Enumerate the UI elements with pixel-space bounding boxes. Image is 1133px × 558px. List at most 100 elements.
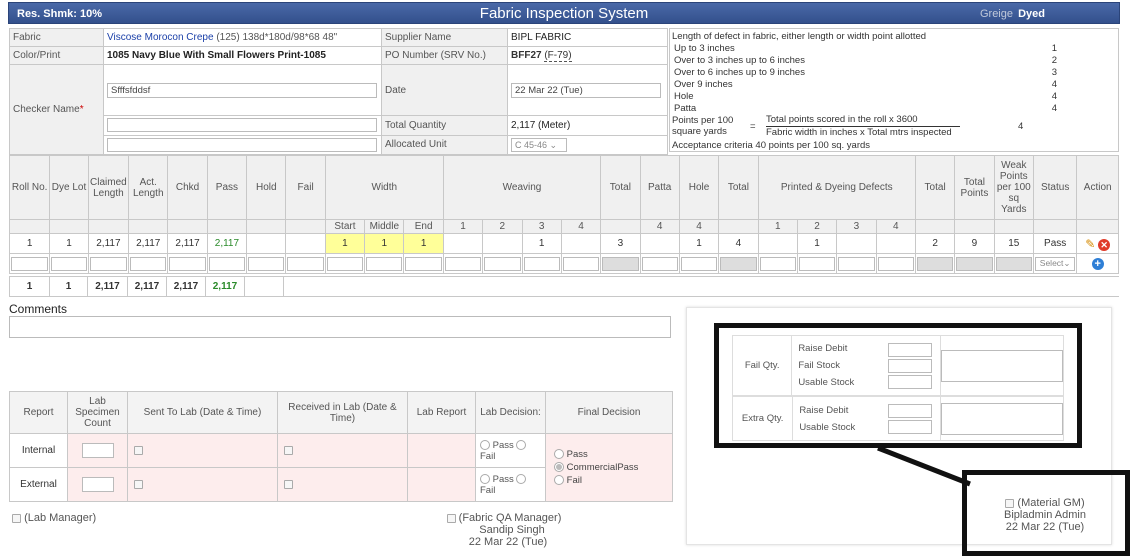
legend-point: 2: [1051, 55, 1057, 66]
fabric-name-link[interactable]: Viscose Morocon Crepe: [107, 32, 214, 43]
new-width-middle-input[interactable]: [366, 256, 403, 271]
final-decision-cell: Pass CommercialPass Fail: [545, 433, 673, 502]
date-input[interactable]: 22 Mar 22 (Tue): [511, 82, 661, 98]
new-hole-input[interactable]: [680, 256, 718, 271]
legend-point: 4: [1051, 79, 1057, 90]
totals-row: 1 1 2,117 2,117 2,117 2,117: [9, 276, 1119, 297]
new-pd-4-input[interactable]: [877, 256, 914, 271]
delete-icon[interactable]: ✕: [1098, 238, 1111, 251]
internal-fail-radio[interactable]: [516, 439, 527, 450]
add-row-icon[interactable]: +: [1091, 257, 1104, 270]
col-hold: Hold: [246, 155, 287, 220]
final-pass-radio[interactable]: [554, 449, 564, 460]
new-hold-input[interactable]: [248, 256, 285, 271]
material-gm-name: Bipladmin Admin: [1004, 509, 1086, 521]
new-pass-input[interactable]: [208, 256, 246, 271]
external-sent-checkbox[interactable]: [134, 479, 143, 489]
col-weak-points: Weak Points per 100 sq Yards: [993, 155, 1034, 220]
new-act-input[interactable]: [130, 256, 167, 271]
cell-total: 3: [600, 233, 641, 254]
lab-manager-signoff: (Lab Manager): [12, 512, 96, 524]
col-action: Action: [1076, 155, 1119, 220]
new-total-2-readonly: [720, 256, 757, 271]
cell-width-end[interactable]: 1: [403, 233, 444, 254]
extra-qty-table: Extra Qty. Raise Debit Usable Stock: [731, 396, 1064, 441]
cell-status: Pass: [1032, 233, 1078, 254]
cell-weaving-2: [482, 233, 523, 254]
material-gm-checkbox[interactable]: [1005, 498, 1015, 508]
lab-row-internal: Internal: [9, 433, 68, 468]
new-width-start-input[interactable]: [326, 256, 364, 271]
sub-middle: Middle: [364, 219, 405, 234]
cell-width-start[interactable]: 1: [324, 233, 366, 254]
checker-extra-input-2[interactable]: [107, 137, 377, 152]
cell-hold: [246, 233, 287, 254]
comments-textarea[interactable]: [9, 316, 671, 338]
fabric-spec: (125) 138d*180d/98*68 48": [213, 32, 338, 43]
col-weaving: Weaving: [442, 155, 602, 220]
usable-stock-input[interactable]: [887, 374, 932, 389]
total-chkd: 2,117: [166, 276, 206, 297]
lab-col-specimen: Lab Specimen Count: [67, 391, 128, 434]
external-specimen-input[interactable]: [81, 477, 114, 492]
supplier-label: Supplier Name: [381, 28, 508, 47]
cell-weak-points: 15: [993, 233, 1034, 254]
dyed-toggle[interactable]: Dyed: [1018, 8, 1045, 20]
fail-stock-label: Fail Stock: [798, 360, 841, 371]
extra-usable-stock-input[interactable]: [887, 419, 932, 434]
final-fail-radio[interactable]: [554, 475, 564, 486]
new-pd-1-input[interactable]: [759, 256, 796, 271]
edit-pencil-icon[interactable]: ✎: [1085, 237, 1095, 251]
new-weaving-2-input[interactable]: [484, 256, 521, 271]
cell-width-middle[interactable]: 1: [364, 233, 405, 254]
allocated-unit-select[interactable]: C 45-46 ⌄: [511, 137, 567, 152]
greige-toggle[interactable]: Greige: [980, 8, 1013, 20]
new-patta-input[interactable]: [641, 256, 678, 271]
internal-sent-checkbox[interactable]: [134, 445, 143, 455]
extra-raise-debit-input[interactable]: [887, 403, 932, 418]
new-pd-3-input[interactable]: [838, 256, 875, 271]
new-roll-input[interactable]: [11, 256, 49, 271]
internal-received-checkbox[interactable]: [284, 445, 293, 455]
raise-debit-input[interactable]: [887, 342, 932, 357]
formula-numerator: Total points scored in the roll x 3600: [766, 114, 960, 127]
internal-pass-radio[interactable]: [480, 439, 490, 450]
qa-manager-checkbox[interactable]: [446, 513, 456, 523]
total-blank: [283, 276, 1119, 297]
new-dye-input[interactable]: [51, 256, 87, 271]
lab-manager-checkbox[interactable]: [12, 513, 21, 523]
checker-extra-input-1[interactable]: [107, 118, 377, 133]
status-select[interactable]: Select⌄: [1034, 256, 1076, 271]
new-chkd-input[interactable]: [169, 256, 206, 271]
sub-pd-2: 2: [796, 219, 838, 234]
new-pd-2-input[interactable]: [798, 256, 836, 271]
fail-remarks-textarea[interactable]: [941, 349, 1063, 382]
new-width-end-input[interactable]: [405, 256, 442, 271]
new-fail-input[interactable]: [287, 256, 324, 271]
new-total-3-readonly: [916, 256, 954, 271]
new-weaving-1-input[interactable]: [444, 256, 482, 271]
cell-weaving-3: 1: [521, 233, 562, 254]
extra-remarks-textarea[interactable]: [941, 402, 1063, 435]
cell-total-2: 4: [718, 233, 759, 254]
new-row: Select⌄ +: [8, 253, 1119, 274]
total-pass: 2,117: [205, 276, 245, 297]
fail-stock-input[interactable]: [887, 358, 932, 373]
new-weaving-3-input[interactable]: [523, 256, 560, 271]
external-pass-radio[interactable]: [480, 473, 490, 484]
fail-stock-table: Fail Qty. Raise Debit Fail Stock Usable …: [731, 335, 1064, 396]
new-claimed-input[interactable]: [89, 256, 128, 271]
points-formula-label: Points per 100 square yards: [672, 115, 734, 137]
sub-patta: 4: [639, 219, 680, 234]
external-received-checkbox[interactable]: [284, 479, 293, 489]
sub-pd-3: 3: [836, 219, 877, 234]
new-weaving-4-input[interactable]: [562, 256, 600, 271]
chevron-down-icon: ⌄: [1063, 257, 1071, 268]
lab-col-final: Final Decision: [545, 391, 673, 434]
internal-specimen-input[interactable]: [81, 443, 114, 458]
legend-point: 3: [1051, 67, 1057, 78]
external-fail-radio[interactable]: [516, 473, 527, 484]
final-commercialpass-radio[interactable]: [554, 462, 564, 473]
srv-number[interactable]: (F-79): [544, 50, 572, 62]
checker-name-input[interactable]: Sfffsfddsf: [107, 82, 377, 98]
